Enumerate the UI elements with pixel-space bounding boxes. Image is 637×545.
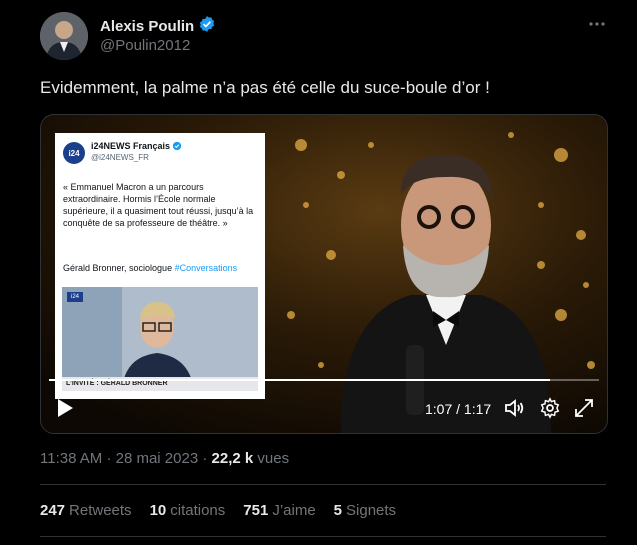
card-verified-icon: [172, 141, 182, 151]
more-options-icon[interactable]: [587, 14, 607, 39]
citations-stat[interactable]: 10 citations: [150, 502, 226, 519]
settings-gear-icon[interactable]: [539, 397, 561, 424]
citations-label: citations: [170, 502, 226, 519]
bookmarks-count: 5: [333, 502, 343, 519]
clip-image: [62, 287, 258, 391]
video-progress-bar[interactable]: [49, 379, 599, 381]
likes-count: 751: [243, 502, 269, 519]
play-icon[interactable]: [55, 397, 75, 424]
bookmarks-label: Signets: [346, 502, 397, 519]
tweet-time[interactable]: 11:38 AM: [40, 450, 102, 467]
card-account-handle: @i24NEWS_FR: [91, 153, 149, 162]
avatar[interactable]: [40, 12, 88, 60]
video-player[interactable]: i24 i24NEWS Français @i24NEWS_FR « Emman…: [40, 114, 608, 434]
embedded-tweet-card: i24 i24NEWS Français @i24NEWS_FR « Emman…: [55, 133, 265, 399]
views-count: 22,2 k: [211, 450, 254, 467]
video-progress-fill: [49, 379, 550, 381]
meta-separator-2: ·: [202, 450, 208, 467]
divider-bottom: [40, 536, 606, 537]
author-name[interactable]: Alexis Poulin: [100, 18, 194, 35]
card-quote: « Emmanuel Macron a un parcours extraord…: [63, 182, 254, 228]
retweets-count: 247: [40, 502, 66, 519]
card-hashtag: #Conversations: [174, 263, 238, 273]
author-handle[interactable]: @Poulin2012: [100, 37, 190, 54]
likes-stat[interactable]: 751 J’aime: [243, 502, 315, 519]
volume-icon[interactable]: [503, 397, 525, 424]
fullscreen-icon[interactable]: [573, 397, 595, 424]
likes-label: J’aime: [272, 502, 316, 519]
tweet-date[interactable]: 28 mai 2023: [116, 450, 199, 467]
video-time: 1:07 / 1:17: [425, 401, 492, 417]
retweets-label: Retweets: [69, 502, 132, 519]
i24-logo: i24: [63, 142, 85, 164]
card-signature-text: Gérald Bronner, sociologue: [63, 263, 175, 273]
card-signature: Gérald Bronner, sociologue #Conversation…: [63, 263, 237, 273]
meta-separator: ·: [106, 450, 112, 467]
retweets-stat[interactable]: 247 Retweets: [40, 502, 132, 519]
divider: [40, 484, 606, 485]
author-name-row[interactable]: Alexis Poulin: [100, 15, 216, 38]
bookmarks-stat[interactable]: 5 Signets: [334, 502, 396, 519]
views-label: vues: [257, 450, 290, 467]
card-account-name: i24NEWS Français: [91, 141, 182, 151]
tweet-meta: 11:38 AM · 28 mai 2023 · 22,2 k vues: [40, 450, 289, 467]
clip-badge: i24: [67, 292, 83, 302]
tweet: Alexis Poulin @Poulin2012 Evidemment, la…: [0, 0, 637, 545]
card-video-clip: i24 L’INVITÉ : GÉRALD BRONNER: [62, 287, 258, 391]
tweet-stats: 247 Retweets 10 citations 751 J’aime 5 Signe…: [40, 502, 396, 519]
card-account-name-text: i24NEWS Français: [91, 141, 171, 151]
citations-count: 10: [149, 502, 167, 519]
verified-badge-icon: [198, 15, 216, 38]
tweet-text: Evidemment, la palme n’a pas été celle d…: [40, 78, 490, 97]
